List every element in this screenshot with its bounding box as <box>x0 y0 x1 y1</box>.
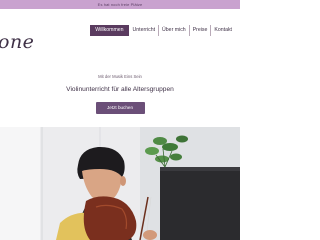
site-header: one Willkommen Unterricht Über mich Prei… <box>0 9 240 53</box>
announcement-bar: Es hat noch freie Plätze <box>0 0 240 9</box>
violin-student-image <box>0 127 240 240</box>
hero-section: Mit der Musik Eins Sein Violinunterricht… <box>0 74 240 114</box>
nav-item-ueber-mich[interactable]: Über mich <box>159 25 190 36</box>
main-nav: Willkommen Unterricht Über mich Preise K… <box>90 25 235 36</box>
hero-kicker: Mit der Musik Eins Sein <box>98 74 142 79</box>
hero-title: Violinunterricht für alle Altersgruppen <box>66 86 174 93</box>
nav-item-unterricht[interactable]: Unterricht <box>130 25 160 36</box>
nav-item-willkommen[interactable]: Willkommen <box>90 25 129 36</box>
hero-photo <box>0 127 240 240</box>
announcement-text: Es hat noch freie Plätze <box>97 2 143 7</box>
site-logo[interactable]: one <box>0 31 34 53</box>
nav-item-kontakt[interactable]: Kontakt <box>211 25 235 36</box>
book-now-button[interactable]: Jetzt buchen <box>95 102 145 114</box>
nav-item-preise[interactable]: Preise <box>190 25 212 36</box>
